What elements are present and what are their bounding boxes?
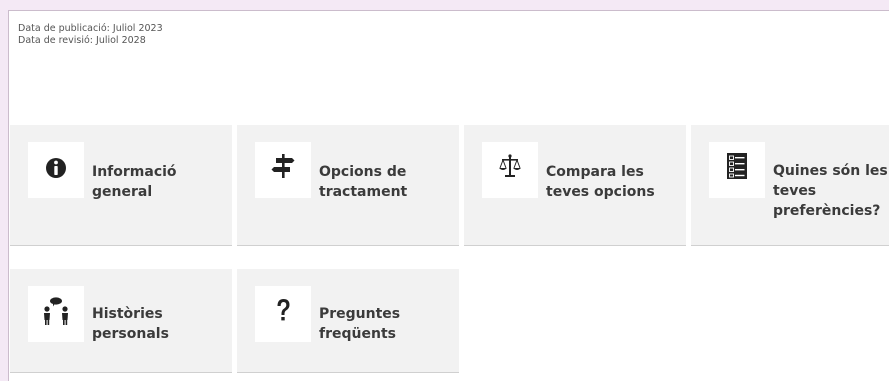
card-compare-options[interactable]: Compara les teves opcions (464, 125, 686, 246)
info-icon (28, 142, 84, 198)
card-treatment-options[interactable]: Opcions de tractament (237, 125, 459, 246)
people-talking-icon (28, 286, 84, 342)
card-preferences[interactable]: Quines són les teves preferències? (691, 125, 889, 246)
card-faq[interactable]: Preguntes freqüents (237, 269, 459, 373)
content-panel: Data de publicació: Juliol 2023 Data de … (8, 10, 889, 381)
document-dates: Data de publicació: Juliol 2023 Data de … (18, 23, 163, 47)
card-label: Opcions de tractament (319, 164, 408, 200)
card-personal-stories[interactable]: Històries personals (10, 269, 232, 373)
scales-icon (482, 142, 538, 198)
card-label: Quines són les teves preferències? (773, 163, 888, 219)
card-label: Informació general (92, 164, 177, 200)
card-label: Compara les teves opcions (546, 164, 655, 200)
card-label: Històries personals (92, 306, 169, 342)
checklist-icon (709, 142, 765, 198)
signpost-icon (255, 142, 311, 198)
revision-date: Data de revisió: Juliol 2028 (18, 35, 146, 46)
question-mark-icon (255, 286, 311, 342)
publication-date: Data de publicació: Juliol 2023 (18, 23, 163, 34)
card-general-information[interactable]: Informació general (10, 125, 232, 246)
card-label: Preguntes freqüents (319, 306, 401, 342)
